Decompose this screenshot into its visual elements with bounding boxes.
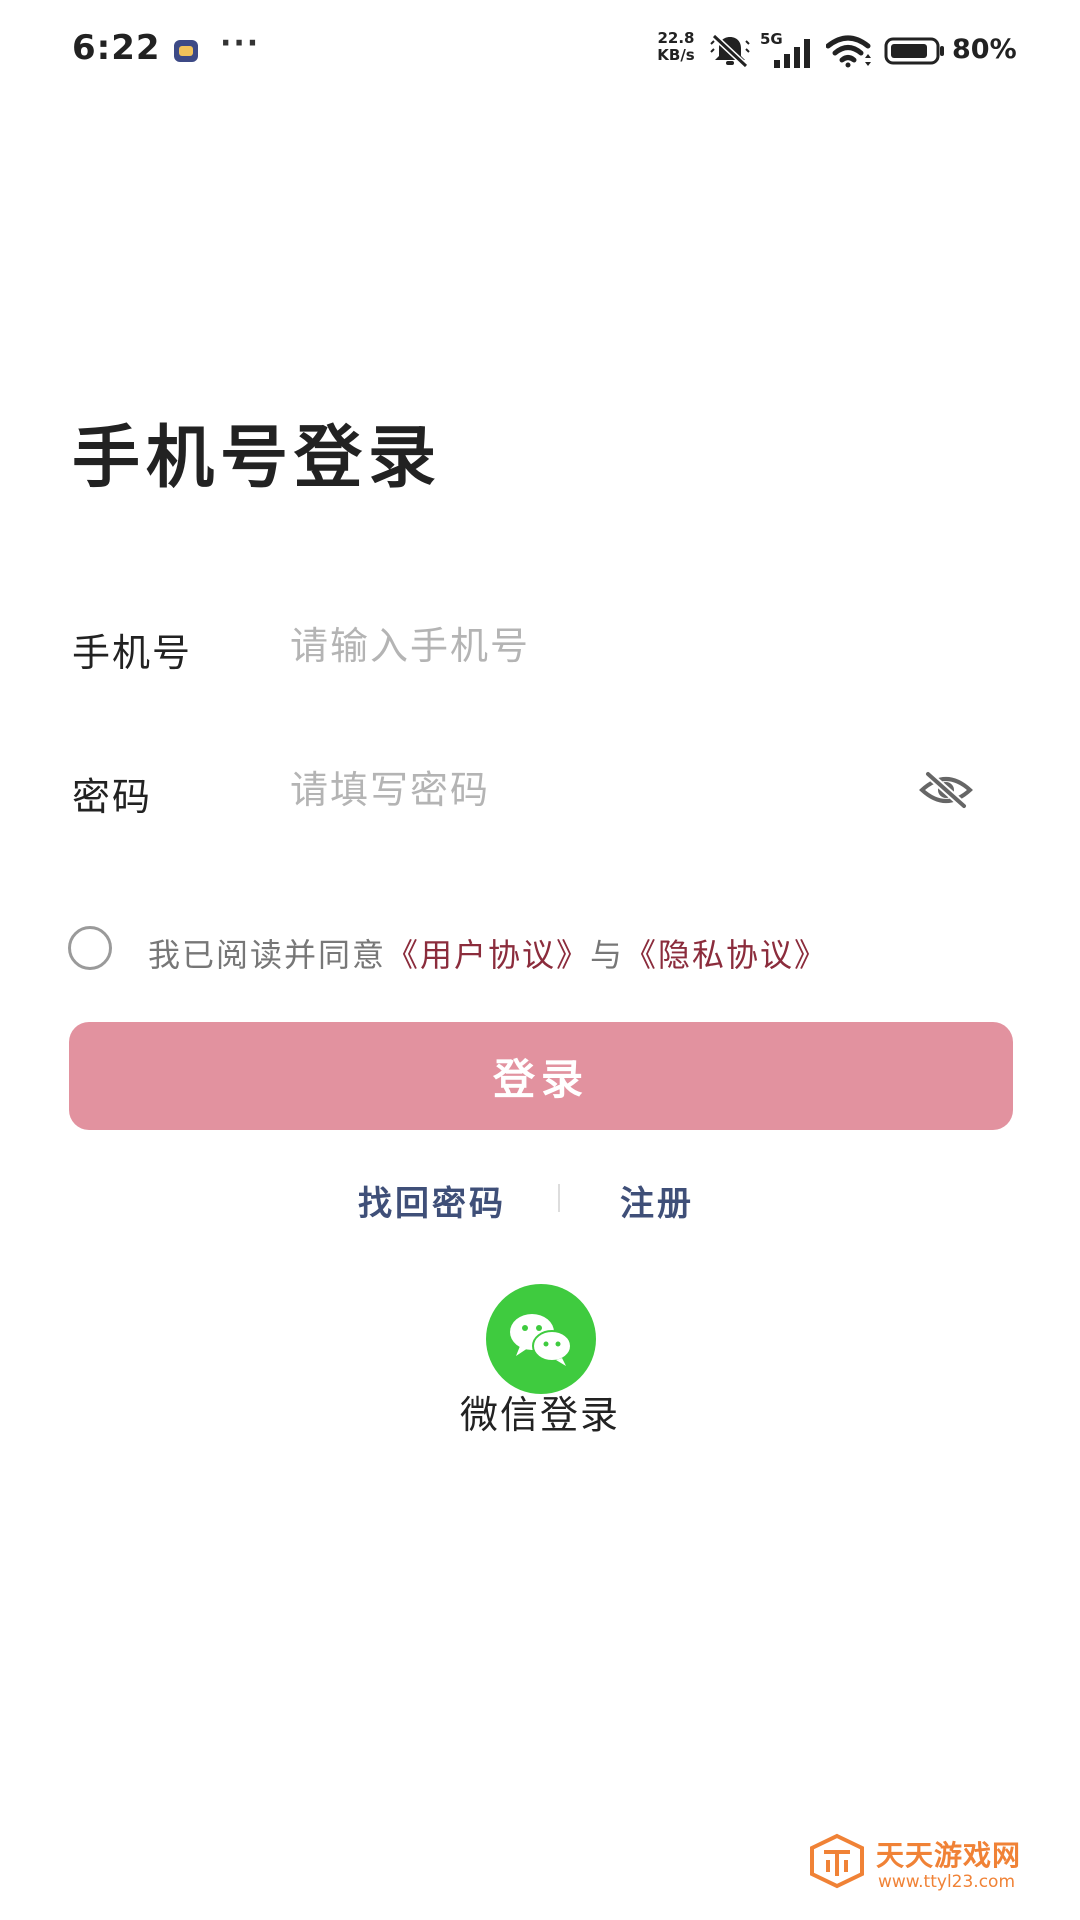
status-time: 6:22	[72, 28, 161, 68]
phone-input[interactable]	[290, 614, 890, 678]
wechat-login-button[interactable]	[486, 1284, 596, 1394]
network-speed: 22.8 KB/s	[646, 30, 706, 64]
more-notifications-icon: ···	[220, 26, 261, 61]
status-bar: 6:22 ··· 22.8 KB/s 5G 80%	[0, 0, 1080, 100]
agreement-text: 我已阅读并同意《用户协议》与《隐私协议》	[148, 930, 828, 976]
link-divider	[558, 1184, 560, 1212]
password-label: 密码	[72, 775, 153, 819]
phone-label: 手机号	[72, 631, 193, 675]
watermark-url: www.ttyl23.com	[878, 1872, 1016, 1892]
password-field-row: 密码	[72, 750, 1008, 830]
password-input[interactable]	[290, 758, 890, 822]
eye-off-icon[interactable]	[918, 768, 974, 812]
watermark-name: 天天游戏网	[876, 1839, 1022, 1872]
agreement-checkbox[interactable]	[68, 926, 112, 970]
agreement-row: 我已阅读并同意《用户协议》与《隐私协议》	[68, 922, 1028, 978]
app-notification-icon	[174, 40, 198, 62]
forgot-password-link[interactable]: 找回密码	[358, 1176, 506, 1225]
login-page: 6:22 ··· 22.8 KB/s 5G 80% 手机号登录 手机号 请输入手…	[0, 0, 1080, 1920]
page-title: 手机号登录	[72, 419, 443, 498]
user-agreement-link[interactable]: 《用户协议》	[386, 936, 590, 974]
signal-icon: 5G	[760, 30, 816, 70]
battery-percent: 80%	[952, 34, 1017, 65]
network-speed-unit: KB/s	[657, 46, 695, 64]
phone-field-row: 手机号	[72, 606, 1008, 686]
privacy-agreement-link[interactable]: 《隐私协议》	[624, 936, 828, 974]
wifi-icon	[826, 35, 871, 68]
register-link[interactable]: 注册	[620, 1176, 694, 1225]
agreement-connector: 与	[590, 936, 625, 974]
watermark-logo-icon	[810, 1833, 864, 1889]
mute-icon	[710, 33, 750, 68]
login-button[interactable]: 登录	[69, 1022, 1013, 1130]
wechat-login-label[interactable]: 微信登录	[440, 1384, 640, 1439]
battery-icon	[884, 37, 944, 65]
network-speed-value: 22.8	[657, 29, 695, 47]
watermark: 天天游戏网 www.ttyl23.com	[808, 1832, 1068, 1912]
agreement-prefix: 我已阅读并同意	[148, 936, 387, 974]
wechat-icon	[510, 1314, 572, 1366]
